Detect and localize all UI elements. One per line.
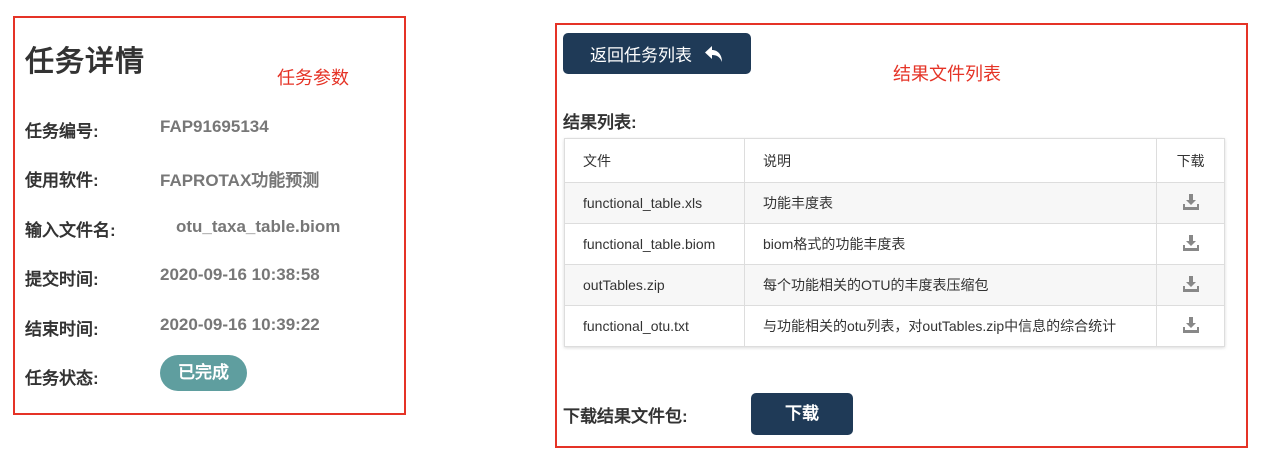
status-badge: 已完成 — [160, 355, 247, 391]
result-list-label: 结果列表: — [563, 113, 637, 132]
result-files-table: 文件 说明 下载 functional_table.xls 功能丰度表 func… — [564, 138, 1225, 347]
column-header-download: 下载 — [1156, 138, 1225, 183]
input-file-label: 输入文件名: — [25, 221, 116, 240]
page-title: 任务详情 — [25, 46, 146, 78]
download-cell — [1156, 223, 1225, 265]
download-icon[interactable] — [1182, 316, 1200, 336]
back-to-task-list-button[interactable]: 返回任务列表 — [563, 33, 751, 74]
task-params-annotation: 任务参数 — [277, 68, 349, 88]
download-cell — [1156, 182, 1225, 224]
task-id-label: 任务编号: — [25, 122, 99, 141]
table-row: functional_table.xls 功能丰度表 — [564, 182, 1225, 224]
table-row: functional_otu.txt 与功能相关的otu列表，对outTable… — [564, 305, 1225, 347]
column-header-description: 说明 — [743, 138, 1158, 183]
file-name-cell: functional_table.xls — [564, 182, 745, 224]
submit-time-label: 提交时间: — [25, 270, 99, 289]
task-id-value: FAP91695134 — [160, 117, 269, 136]
file-name-cell: outTables.zip — [564, 264, 745, 306]
table-header-row: 文件 说明 下载 — [564, 138, 1225, 183]
software-value: FAPROTAX功能预测 — [160, 171, 320, 190]
submit-time-value: 2020-09-16 10:38:58 — [160, 265, 320, 284]
reply-arrow-icon — [704, 45, 724, 63]
file-name-cell: functional_otu.txt — [564, 305, 745, 347]
end-time-label: 结束时间: — [25, 320, 99, 339]
table-row: outTables.zip 每个功能相关的OTU的丰度表压缩包 — [564, 264, 1225, 306]
column-header-file: 文件 — [564, 138, 745, 183]
status-label: 任务状态: — [25, 369, 99, 388]
result-files-annotation: 结果文件列表 — [893, 64, 1001, 84]
input-file-value: otu_taxa_table.biom — [176, 217, 341, 236]
file-name-cell: functional_table.biom — [564, 223, 745, 265]
download-icon[interactable] — [1182, 193, 1200, 213]
description-cell: biom格式的功能丰度表 — [743, 223, 1158, 265]
back-button-label: 返回任务列表 — [590, 46, 692, 65]
table-row: functional_table.biom biom格式的功能丰度表 — [564, 223, 1225, 265]
description-cell: 功能丰度表 — [743, 182, 1158, 224]
download-cell — [1156, 264, 1225, 306]
download-cell — [1156, 305, 1225, 347]
description-cell: 与功能相关的otu列表，对outTables.zip中信息的综合统计 — [743, 305, 1158, 347]
software-label: 使用软件: — [25, 171, 99, 190]
download-icon[interactable] — [1182, 234, 1200, 254]
end-time-value: 2020-09-16 10:39:22 — [160, 315, 320, 334]
description-cell: 每个功能相关的OTU的丰度表压缩包 — [743, 264, 1158, 306]
download-package-label: 下载结果文件包: — [563, 407, 688, 426]
download-icon[interactable] — [1182, 275, 1200, 295]
download-package-button[interactable]: 下载 — [751, 393, 853, 435]
